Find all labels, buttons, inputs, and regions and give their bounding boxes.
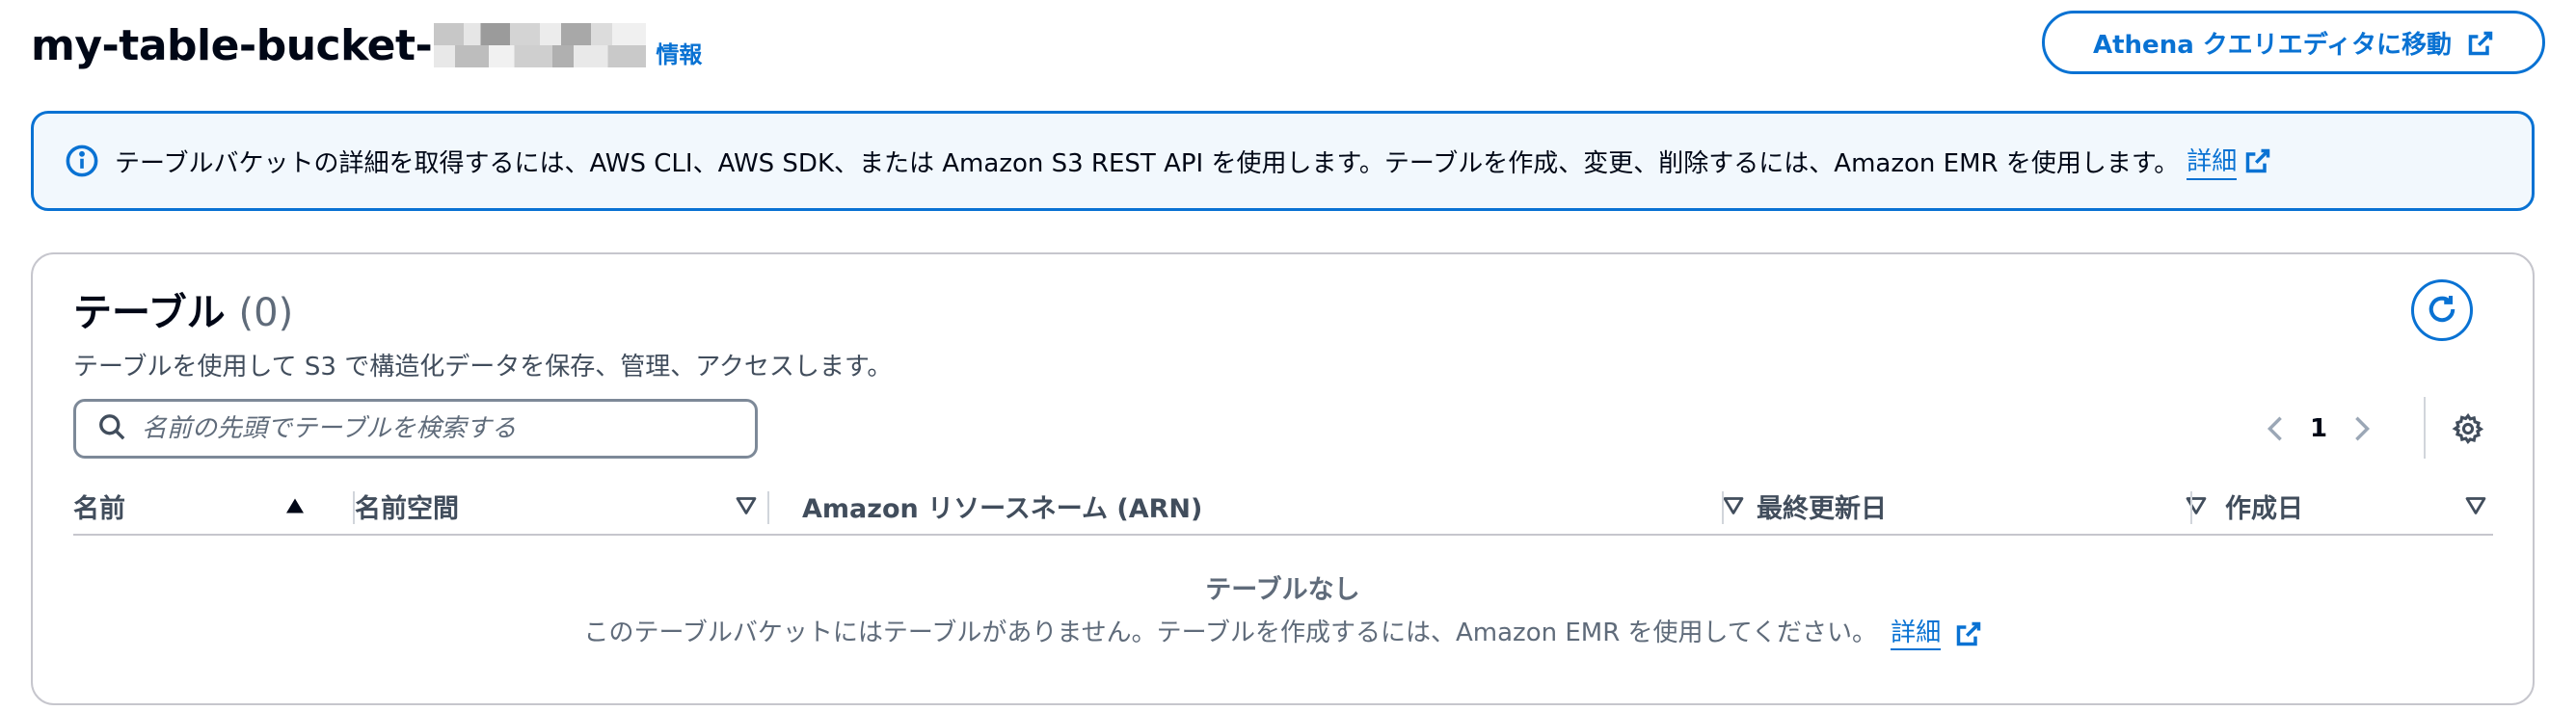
column-header-last-modified[interactable]: 最終更新日	[1757, 478, 2219, 534]
external-link-icon[interactable]	[2244, 147, 2271, 174]
info-alert: テーブルバケットの詳細を取得するには、AWS CLI、AWS SDK、または A…	[31, 111, 2535, 211]
column-label: 最終更新日	[1757, 493, 1887, 524]
empty-state-learn-more-link[interactable]: 詳細	[1891, 619, 1942, 650]
empty-state-text: このテーブルバケットにはテーブルがありません。テーブルを作成するには、Amazo…	[583, 619, 1877, 647]
table-description: テーブルを使用して S3 で構造化データを保存、管理、アクセスします。	[73, 353, 893, 382]
info-circle-icon	[65, 144, 99, 178]
chevron-right-icon[interactable]	[2343, 407, 2381, 451]
column-resizer[interactable]	[767, 491, 769, 524]
external-link-icon[interactable]	[1955, 619, 1982, 647]
table-title-text: テーブル	[73, 291, 226, 335]
sort-ascending-icon	[283, 494, 307, 524]
chevron-left-icon[interactable]	[2256, 407, 2294, 451]
column-resizer[interactable]	[1722, 491, 1724, 524]
sort-descending-outline-icon	[735, 494, 758, 524]
page-header: my-table-bucket- 情報 Athena クエリエディタに移動	[31, 11, 2545, 79]
column-header-namespace[interactable]: 名前空間	[355, 478, 769, 534]
current-page[interactable]: 1	[2294, 414, 2343, 443]
column-label: 名前空間	[355, 493, 459, 524]
refresh-button[interactable]	[2411, 279, 2473, 341]
column-header-created[interactable]: 作成日	[2225, 478, 2493, 534]
athena-query-editor-button[interactable]: Athena クエリエディタに移動	[2042, 11, 2545, 74]
preferences-button[interactable]	[2451, 412, 2485, 447]
empty-state-title: テーブルなし	[1205, 575, 1360, 605]
column-label: Amazon リソースネーム (ARN)	[802, 493, 1203, 524]
divider	[2424, 397, 2426, 459]
page-title-text: my-table-bucket-	[31, 20, 433, 70]
search-input-wrapper[interactable]	[73, 399, 758, 459]
column-header-arn[interactable]: Amazon リソースネーム (ARN)	[802, 478, 1757, 534]
pagination: 1	[2256, 407, 2381, 451]
refresh-icon	[2425, 292, 2459, 329]
column-label: 名前	[73, 493, 125, 524]
sort-descending-outline-icon	[2464, 494, 2487, 524]
column-resizer[interactable]	[2190, 491, 2192, 524]
page-title: my-table-bucket-	[31, 20, 647, 70]
redacted-bucket-id	[434, 23, 647, 67]
alert-message: テーブルバケットの詳細を取得するには、AWS CLI、AWS SDK、または A…	[115, 148, 2180, 178]
table-count: (0)	[238, 291, 294, 335]
column-header-name[interactable]: 名前	[73, 478, 318, 534]
athena-button-label: Athena クエリエディタに移動	[2093, 30, 2452, 60]
table-title: テーブル (0)	[73, 281, 293, 337]
external-link-icon	[2467, 28, 2494, 57]
search-input[interactable]	[142, 414, 739, 443]
alert-learn-more-link[interactable]: 詳細	[2187, 142, 2238, 180]
empty-state-description: このテーブルバケットにはテーブルがありません。テーブルを作成するには、Amazo…	[33, 613, 2533, 650]
gear-icon	[2452, 412, 2484, 448]
sort-descending-outline-icon	[1722, 494, 1745, 524]
search-icon	[97, 412, 126, 445]
tables-container: テーブル (0) テーブルを使用して S3 で構造化データを保存、管理、アクセス…	[31, 252, 2535, 705]
info-link[interactable]: 情報	[656, 36, 702, 69]
column-label: 作成日	[2225, 493, 2303, 524]
sort-descending-outline-icon	[2185, 494, 2208, 524]
table-header: 名前 名前空間 Amazon リソースネーム (ARN) 最終更新日 作成日	[73, 478, 2493, 536]
